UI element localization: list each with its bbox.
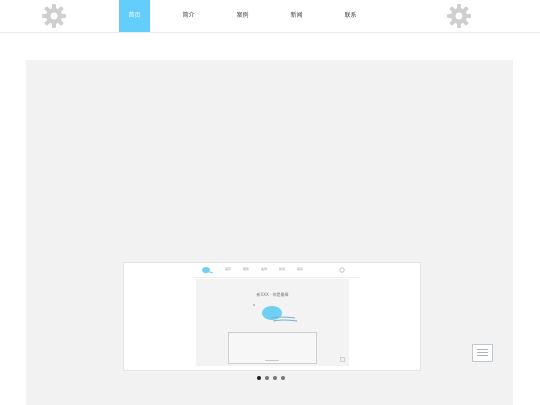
- cloud-logo-icon: [253, 304, 298, 322]
- nav-item-contact[interactable]: 联系: [335, 0, 366, 32]
- preview-title: 新XXX · 你是最棒: [256, 292, 289, 297]
- gear-icon[interactable]: [41, 3, 67, 29]
- preview-screenshot: 首页 服务 案例 新闻 联系 新XXX · 你是最棒: [123, 262, 421, 371]
- carousel-dot[interactable]: [273, 376, 277, 380]
- nav-item-about[interactable]: 简介: [173, 0, 204, 32]
- carousel-dot[interactable]: [265, 376, 269, 380]
- nav-item-cases[interactable]: 案例: [227, 0, 258, 32]
- menu-button[interactable]: [472, 344, 493, 362]
- logo-icon: [202, 267, 214, 274]
- carousel-dot[interactable]: [281, 376, 285, 380]
- preview-nav-item: 联系: [297, 267, 304, 271]
- preview-input-box: [228, 332, 317, 364]
- preview-content: 新XXX · 你是最棒: [196, 279, 349, 366]
- grid-icon: [340, 357, 345, 362]
- carousel-dot[interactable]: [257, 376, 261, 380]
- gear-icon[interactable]: [446, 3, 472, 29]
- hamburger-icon: [477, 352, 488, 353]
- top-navigation: 首页 简介 案例 新闻 联系: [0, 0, 540, 33]
- gear-icon: [339, 267, 345, 273]
- nav-item-home[interactable]: 首页: [119, 0, 150, 32]
- hamburger-icon: [477, 355, 488, 356]
- preview-nav-item: 新闻: [279, 267, 286, 271]
- preview-nav-item: 案例: [261, 267, 268, 271]
- preview-nav: 首页 服务 案例 新闻 联系: [194, 263, 359, 278]
- hamburger-icon: [477, 349, 488, 350]
- nav-item-news[interactable]: 新闻: [281, 0, 312, 32]
- preview-input-line: [265, 360, 279, 361]
- hero-panel: 首页 服务 案例 新闻 联系 新XXX · 你是最棒: [26, 60, 513, 405]
- preview-nav-item: 服务: [243, 267, 250, 271]
- preview-nav-item: 首页: [225, 267, 232, 271]
